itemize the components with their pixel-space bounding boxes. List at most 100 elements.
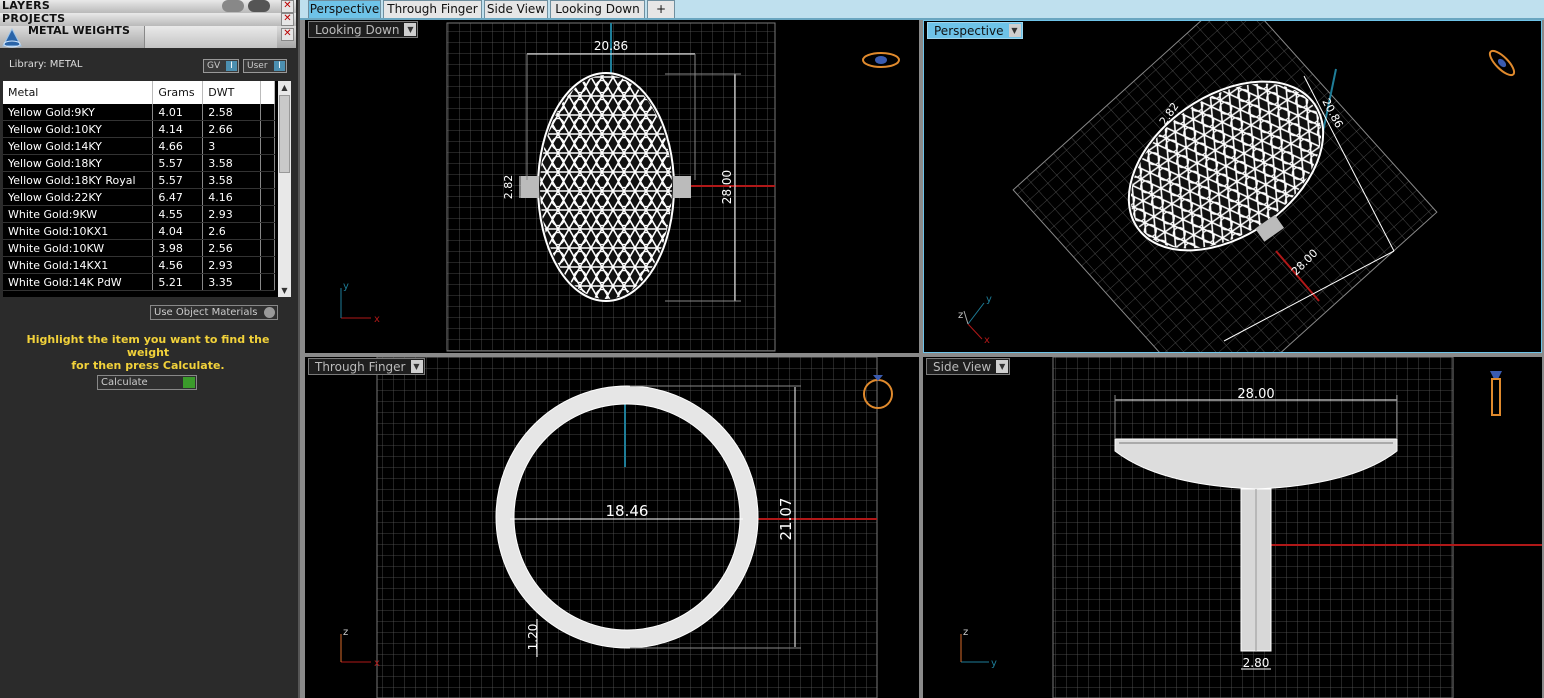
perspective-canvas: 20.86 28.00 2.82 x y z (958, 21, 1517, 352)
dim-inner-label: 18.46 (606, 502, 649, 520)
tab-side-view[interactable]: Side View (484, 0, 548, 18)
cell-metal: Yellow Gold:9KY (3, 104, 154, 121)
metal-weights-panel: LAYERS ✕ PROJECTS ✕ METAL WEIGHTS ✕ Libr… (0, 0, 300, 698)
chevron-down-icon: ▼ (1008, 24, 1021, 37)
chevron-down-icon: ▼ (996, 360, 1009, 373)
cell-spacer (260, 171, 275, 189)
metal-weights-header: METAL WEIGHTS ✕ (0, 24, 296, 48)
cell-grams: 3.98 (152, 239, 204, 257)
eye-icon[interactable] (248, 0, 270, 12)
col-dwt-header[interactable]: DWT (202, 81, 262, 104)
viewport-label: Perspective (934, 24, 1004, 38)
table-row[interactable]: White Gold:10KX1 4.04 2.6 (3, 222, 275, 240)
viewport-menu-through-finger[interactable]: Through Finger ▼ (308, 358, 425, 375)
view-tabbar: Perspective Through Finger Side View Loo… (300, 0, 1544, 20)
use-object-materials-label: Use Object Materials (154, 307, 258, 318)
cell-grams: 5.57 (152, 171, 204, 189)
cell-grams: 5.57 (152, 154, 204, 172)
cell-spacer (260, 188, 275, 206)
col-metal-header[interactable]: Metal (3, 81, 154, 104)
add-tab-button[interactable]: + (647, 0, 675, 18)
cell-metal: Yellow Gold:18KY Royal (3, 171, 154, 189)
table-row[interactable]: White Gold:14KX1 4.56 2.93 (3, 256, 275, 274)
visibility-icon[interactable] (222, 0, 244, 12)
tab-looking-down[interactable]: Looking Down (550, 0, 645, 18)
calculate-label: Calculate (101, 377, 148, 388)
gv-label: GV (207, 61, 221, 71)
use-object-materials-toggle[interactable]: Use Object Materials (150, 305, 278, 320)
cell-dwt: 3.58 (202, 154, 262, 172)
viewport-label: Through Finger (315, 360, 406, 374)
gv-button[interactable]: GV I (203, 59, 239, 73)
viewport-menu-side-view[interactable]: Side View ▼ (926, 358, 1011, 375)
cell-dwt: 2.6 (202, 222, 262, 240)
cell-spacer (260, 222, 275, 240)
cell-grams: 4.55 (152, 205, 204, 223)
table-row[interactable]: White Gold:9KW 4.55 2.93 (3, 205, 275, 223)
table-row[interactable]: Yellow Gold:18KY 5.57 3.58 (3, 154, 275, 172)
tab-perspective[interactable]: Perspective (308, 0, 381, 18)
metal-weights-icon (2, 28, 22, 48)
cell-grams: 6.47 (152, 188, 204, 206)
cell-grams: 4.14 (152, 120, 204, 138)
table-header-row: Metal Grams DWT (3, 81, 275, 104)
cell-spacer (260, 154, 275, 172)
tab-through-finger[interactable]: Through Finger (383, 0, 482, 18)
looking-down-canvas: 20.86 28.00 2.82 x y (340, 22, 900, 352)
view-cube-icon[interactable] (1490, 371, 1502, 416)
cell-metal: White Gold:9KW (3, 205, 154, 223)
calculate-button[interactable]: Calculate (97, 375, 197, 390)
axis-y-label: y (343, 281, 349, 292)
close-icon[interactable]: ✕ (281, 13, 294, 26)
hint-line-2: for then press Calculate. (71, 359, 225, 372)
scroll-up-icon[interactable]: ▲ (278, 81, 291, 94)
view-cube-icon[interactable] (1486, 47, 1517, 78)
cell-grams: 5.21 (152, 273, 204, 291)
axis-x-label: x (374, 314, 380, 325)
cell-grams: 4.56 (152, 256, 204, 274)
viewport-menu-perspective[interactable]: Perspective ▼ (927, 22, 1023, 39)
table-row[interactable]: Yellow Gold:14KY 4.66 3 (3, 137, 275, 155)
cell-metal: White Gold:10KW (3, 239, 154, 257)
cell-spacer (260, 273, 275, 291)
gv-badge: I (226, 61, 237, 71)
axis-x-label: x (984, 335, 990, 346)
side-view-canvas: 28.00 2.80 y z (960, 357, 1542, 698)
user-label: User (247, 61, 268, 71)
scroll-down-icon[interactable]: ▼ (278, 284, 291, 297)
through-finger-canvas: 18.46 21.07 1.20 x z (340, 357, 893, 698)
cell-dwt: 3.35 (202, 273, 262, 291)
viewport-menu-looking-down[interactable]: Looking Down ▼ (308, 21, 419, 38)
chevron-down-icon: ▼ (410, 360, 423, 373)
layers-label: LAYERS (2, 0, 51, 12)
cell-metal: Yellow Gold:14KY (3, 137, 154, 155)
col-grams-header[interactable]: Grams (152, 81, 204, 104)
close-icon[interactable]: ✕ (281, 28, 294, 41)
scroll-thumb[interactable] (279, 95, 290, 173)
table-row[interactable]: Yellow Gold:22KY 6.47 4.16 (3, 188, 275, 206)
user-badge: I (274, 61, 285, 71)
cell-spacer (260, 205, 275, 223)
cell-dwt: 3 (202, 137, 262, 155)
table-row[interactable]: White Gold:10KW 3.98 2.56 (3, 239, 275, 257)
table-row[interactable]: White Gold:14K PdW 5.21 3.35 (3, 273, 275, 291)
user-button[interactable]: User I (243, 59, 287, 73)
close-icon[interactable]: ✕ (281, 0, 294, 13)
library-label: Library: METAL (9, 59, 83, 70)
viewport-side-view[interactable]: 28.00 2.80 y z Side View ▼ (923, 357, 1542, 698)
table-row[interactable]: Yellow Gold:18KY Royal 5.57 3.58 (3, 171, 275, 189)
cell-dwt: 2.66 (202, 120, 262, 138)
metal-table: Metal Grams DWT Yellow Gold:9KY 4.01 2.58 Y… (3, 81, 291, 297)
hint-line-1: Highlight the item you want to find the … (26, 333, 270, 359)
viewport-through-finger[interactable]: 18.46 21.07 1.20 x z Through Finger ▼ (305, 357, 919, 698)
axis-x-label: x (374, 658, 380, 669)
viewport-looking-down[interactable]: 20.86 28.00 2.82 x y Looking Down ▼ (305, 20, 919, 353)
axis-z-label: z (343, 627, 348, 638)
table-row[interactable]: Yellow Gold:10KY 4.14 2.66 (3, 120, 275, 138)
cell-metal: White Gold:10KX1 (3, 222, 154, 240)
viewport-label: Looking Down (315, 23, 400, 37)
play-icon (183, 377, 195, 388)
viewport-perspective[interactable]: 20.86 28.00 2.82 x y z Perspective ▼ (923, 20, 1542, 353)
table-scrollbar[interactable]: ▲ ▼ (278, 81, 291, 297)
table-row[interactable]: Yellow Gold:9KY 4.01 2.58 (3, 104, 275, 121)
